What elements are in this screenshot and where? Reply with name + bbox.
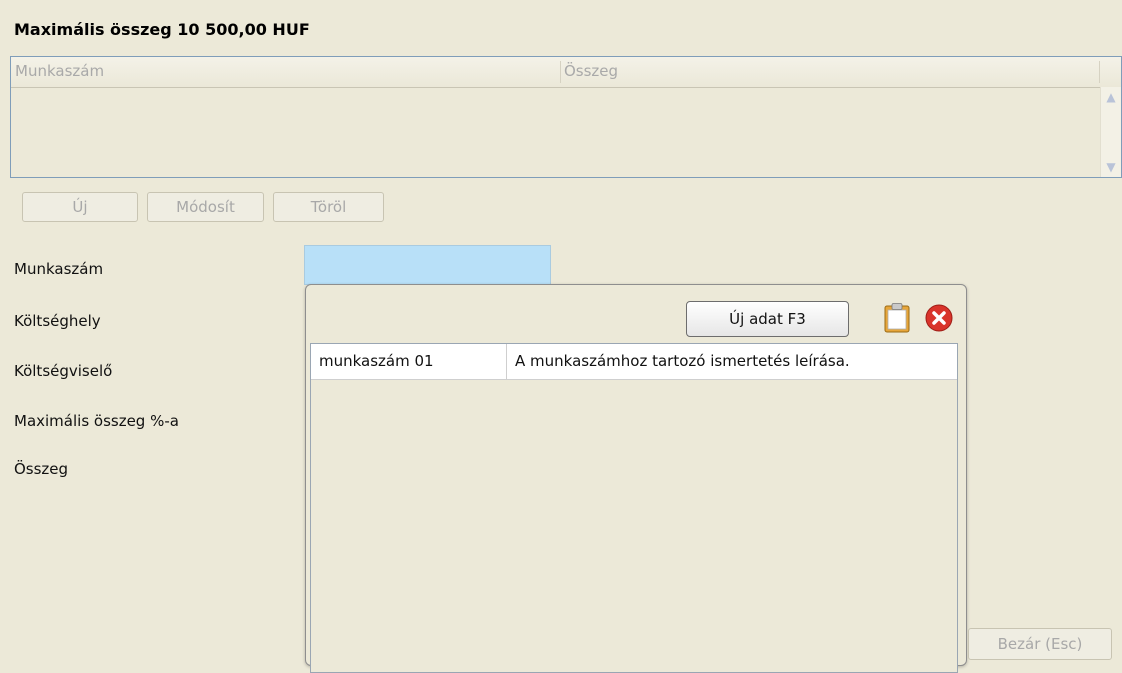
scroll-up-icon[interactable]: ▲ [1101,87,1121,107]
munkaszam-input[interactable] [304,245,551,285]
column-header-osszeg[interactable]: Összeg [564,62,618,80]
amount-grid[interactable]: Munkaszám Összeg ▲ ▼ [10,56,1122,178]
page-title: Maximális összeg 10 500,00 HUF [14,20,310,39]
list-item-description: A munkaszámhoz tartozó ismertetés leírás… [515,352,850,370]
column-header-munkaszam[interactable]: Munkaszám [15,62,104,80]
list-item[interactable]: munkaszám 01 A munkaszámhoz tartozó isme… [311,344,957,380]
label-munkaszam: Munkaszám [14,260,104,278]
label-max-osszeg-szazalek: Maximális összeg %-a [14,412,179,430]
label-koltseghely: Költséghely [14,312,101,330]
grid-header: Munkaszám Összeg [11,57,1121,88]
column-separator [1099,61,1100,83]
list-item-code: munkaszám 01 [319,352,434,370]
lookup-list[interactable]: munkaszám 01 A munkaszámhoz tartozó isme… [310,343,958,673]
close-button[interactable]: Bezár (Esc) [968,628,1112,660]
column-separator [560,61,561,83]
scroll-down-icon[interactable]: ▼ [1101,157,1121,177]
label-osszeg: Összeg [14,460,69,478]
label-koltsegviselo: Költségviselő [14,362,113,380]
new-button[interactable]: Új [22,192,138,222]
cell-separator [506,344,507,379]
new-data-button[interactable]: Új adat F3 [686,301,849,337]
modify-button[interactable]: Módosít [147,192,264,222]
delete-button[interactable]: Töröl [273,192,384,222]
close-icon[interactable] [925,304,953,332]
lookup-popup: Új adat F3 munkaszám 01 A munkaszámhoz t… [305,284,967,673]
grid-scrollbar[interactable]: ▲ ▼ [1100,87,1121,177]
clipboard-icon[interactable] [883,303,911,333]
